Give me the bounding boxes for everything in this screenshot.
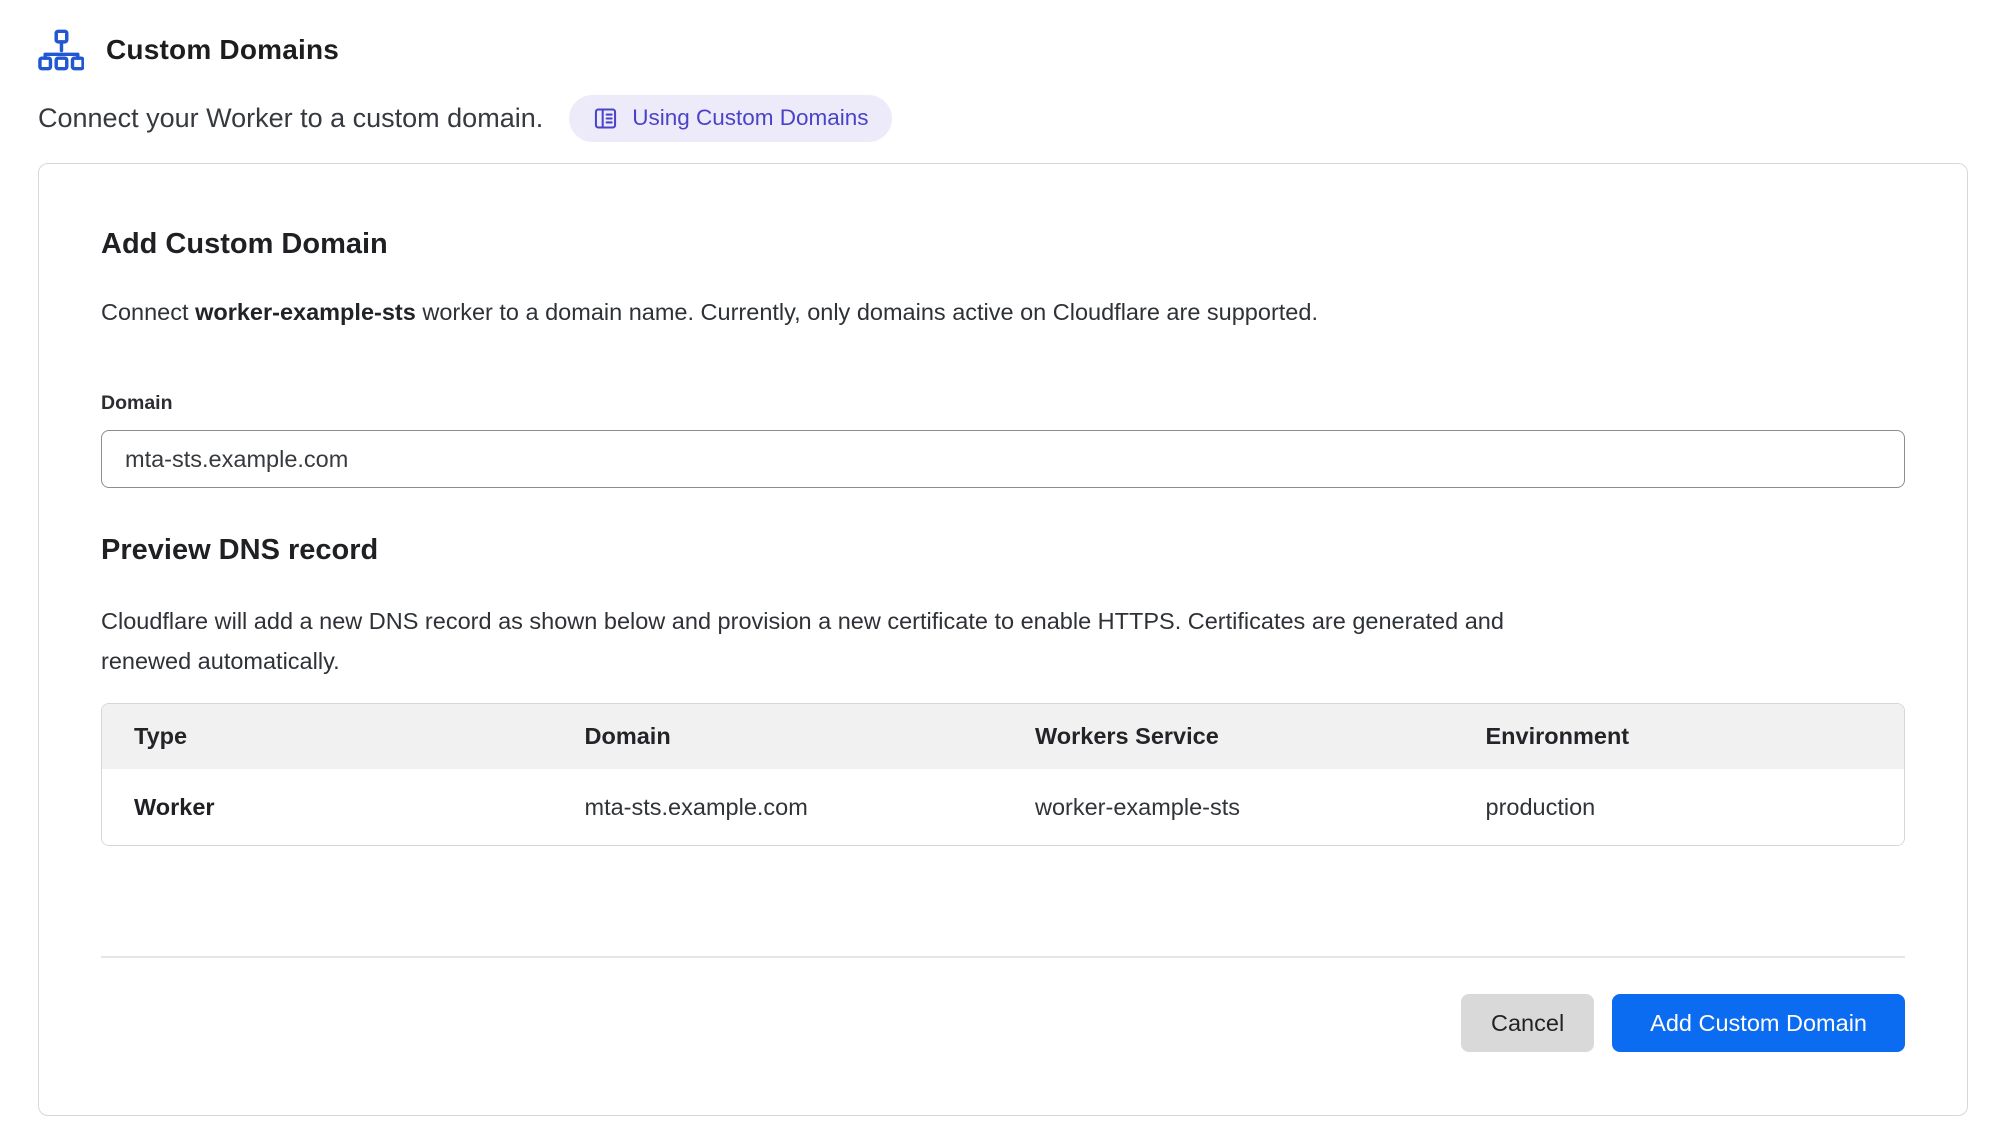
sitemap-icon — [38, 29, 84, 72]
preview-dns-heading: Preview DNS record — [101, 534, 1905, 567]
dns-preview-table: Type Domain Workers Service Environment … — [101, 703, 1905, 846]
page-subtitle: Connect your Worker to a custom domain. — [38, 103, 543, 134]
col-header-environment: Environment — [1454, 704, 1905, 769]
custom-domains-page: Custom Domains Connect your Worker to a … — [0, 0, 1999, 1116]
domain-input[interactable] — [101, 430, 1905, 488]
cell-environment: production — [1454, 769, 1905, 845]
col-header-domain: Domain — [553, 704, 1004, 769]
cell-domain: mta-sts.example.com — [553, 769, 1004, 845]
book-icon — [592, 105, 619, 132]
footer-divider — [101, 956, 1905, 958]
col-header-workers-service: Workers Service — [1003, 704, 1454, 769]
form-intro: Connect worker-example-sts worker to a d… — [101, 299, 1905, 326]
cell-type: Worker — [102, 769, 553, 845]
page-header: Custom Domains — [38, 26, 1961, 74]
docs-link-label: Using Custom Domains — [632, 105, 868, 131]
intro-suffix: worker to a domain name. Currently, only… — [416, 299, 1318, 325]
form-heading: Add Custom Domain — [101, 228, 1905, 261]
page-title: Custom Domains — [106, 34, 339, 66]
cancel-button[interactable]: Cancel — [1461, 994, 1594, 1052]
add-custom-domain-card: Add Custom Domain Connect worker-example… — [38, 163, 1968, 1116]
form-actions: Cancel Add Custom Domain — [101, 994, 1905, 1052]
intro-prefix: Connect — [101, 299, 195, 325]
docs-link-using-custom-domains[interactable]: Using Custom Domains — [569, 95, 891, 142]
table-header-row: Type Domain Workers Service Environment — [102, 704, 1904, 769]
worker-name: worker-example-sts — [195, 299, 416, 325]
col-header-type: Type — [102, 704, 553, 769]
table-row: Worker mta-sts.example.com worker-exampl… — [102, 769, 1904, 845]
page-subheader: Connect your Worker to a custom domain. … — [38, 94, 1961, 142]
preview-dns-description: Cloudflare will add a new DNS record as … — [101, 601, 1556, 681]
cell-workers-service: worker-example-sts — [1003, 769, 1454, 845]
domain-label: Domain — [101, 392, 1905, 415]
add-custom-domain-button[interactable]: Add Custom Domain — [1612, 994, 1905, 1052]
